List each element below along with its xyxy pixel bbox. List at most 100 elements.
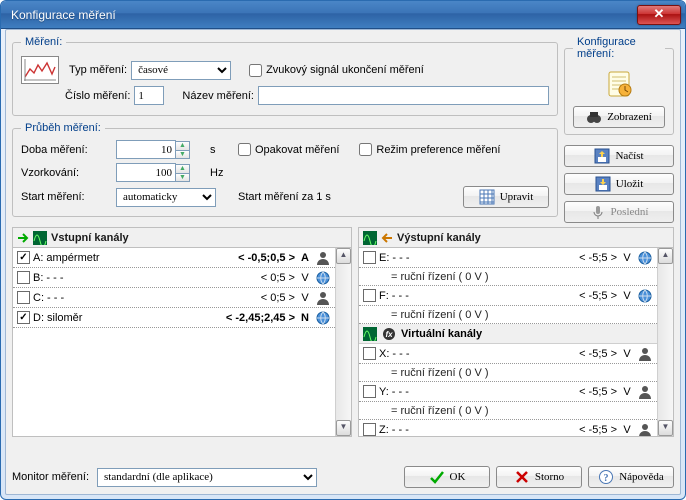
start-select[interactable]: automaticky bbox=[116, 188, 216, 207]
channel-letter: B: bbox=[33, 272, 43, 284]
channel-sub: = ruční řízení ( 0 V ) bbox=[359, 306, 657, 324]
doba-unit: s bbox=[206, 144, 228, 156]
channel-checkbox[interactable] bbox=[17, 251, 30, 264]
rezim-checkbox[interactable]: Režim preference měření bbox=[359, 143, 500, 156]
napoveda-button[interactable]: ? Nápověda bbox=[588, 466, 674, 488]
floppy-open-icon bbox=[594, 148, 610, 164]
channel-row[interactable]: B:- - -< 0;5 >V bbox=[13, 268, 335, 288]
channel-name: - - - bbox=[392, 348, 409, 360]
start-za-text: Start měření za 1 s bbox=[238, 191, 331, 203]
arrow-out-icon bbox=[379, 231, 393, 245]
spin-down-icon[interactable]: ▼ bbox=[175, 173, 190, 182]
channel-unit: V bbox=[620, 252, 634, 264]
vzork-label: Vzorkování: bbox=[21, 167, 116, 179]
chart-thumb-icon bbox=[21, 56, 59, 84]
channel-range: < 0;5 > bbox=[261, 292, 295, 304]
vzork-unit: Hz bbox=[206, 167, 228, 179]
channel-name: - - - bbox=[47, 292, 64, 304]
virtual-header: fxVirtuální kanály bbox=[359, 324, 657, 344]
channel-row[interactable]: F:- - -< -5;5 >V bbox=[359, 286, 657, 306]
channel-letter: X: bbox=[379, 348, 389, 360]
channel-letter: Y: bbox=[379, 386, 389, 398]
posledni-button[interactable]: Poslední bbox=[564, 201, 674, 223]
channel-range: < -5;5 > bbox=[579, 252, 617, 264]
doba-spinner[interactable]: ▲▼ bbox=[116, 140, 206, 159]
channel-name: - - - bbox=[392, 424, 409, 436]
person-icon bbox=[637, 346, 653, 362]
zvuk-checkbox[interactable]: Zvukový signál ukončení měření bbox=[249, 64, 424, 77]
upravit-button[interactable]: Upravit bbox=[463, 186, 549, 208]
channel-checkbox[interactable] bbox=[17, 271, 30, 284]
channel-range: < -5;5 > bbox=[579, 424, 617, 436]
monitor-label: Monitor měření: bbox=[12, 471, 89, 483]
scroll-up-icon[interactable]: ▲ bbox=[658, 248, 673, 264]
monitor-select[interactable]: standardní (dle aplikace) bbox=[97, 468, 317, 487]
vzork-spinner[interactable]: ▲▼ bbox=[116, 163, 206, 182]
nacist-button[interactable]: Načíst bbox=[564, 145, 674, 167]
scrollbar[interactable]: ▲ ▼ bbox=[657, 248, 673, 436]
channel-range: < -0,5;0,5 > bbox=[238, 252, 295, 264]
channel-row[interactable]: C:- - -< 0;5 >V bbox=[13, 288, 335, 308]
vstup-title: Vstupní kanály bbox=[51, 232, 129, 244]
channel-letter: Z: bbox=[379, 424, 389, 436]
svg-text:?: ? bbox=[604, 473, 609, 484]
start-label: Start měření: bbox=[21, 191, 116, 203]
scroll-down-icon[interactable]: ▼ bbox=[336, 420, 351, 436]
channel-range: < -2,45;2,45 > bbox=[226, 312, 295, 324]
channel-checkbox[interactable] bbox=[363, 289, 376, 302]
channel-name: - - - bbox=[392, 290, 409, 302]
channel-row[interactable]: Y:- - -< -5;5 >V bbox=[359, 382, 657, 402]
channel-unit: V bbox=[298, 292, 312, 304]
channel-checkbox[interactable] bbox=[363, 423, 376, 436]
vystup-header: Výstupní kanály bbox=[358, 227, 674, 247]
channel-row[interactable]: X:- - - < -5;5 >V bbox=[359, 344, 657, 364]
cislo-input[interactable] bbox=[134, 86, 164, 105]
channel-unit: V bbox=[620, 424, 634, 436]
opakovat-checkbox[interactable]: Opakovat měření bbox=[238, 143, 339, 156]
wave-icon bbox=[363, 327, 377, 341]
help-icon: ? bbox=[598, 469, 614, 485]
konfig-group: Konfigurace měření: Zobrazení bbox=[564, 36, 674, 135]
channel-checkbox[interactable] bbox=[17, 291, 30, 304]
channel-letter: F: bbox=[379, 290, 389, 302]
spin-up-icon[interactable]: ▲ bbox=[175, 164, 190, 173]
channel-name: - - - bbox=[46, 272, 63, 284]
zobrazeni-button[interactable]: Zobrazení bbox=[573, 106, 665, 128]
channel-letter: A: bbox=[33, 252, 43, 264]
channel-letter: E: bbox=[379, 252, 389, 264]
channel-row[interactable]: Z:- - - < -5;5 >V bbox=[359, 420, 657, 436]
spin-up-icon[interactable]: ▲ bbox=[175, 141, 190, 150]
channel-row[interactable]: E:- - -< -5;5 >V bbox=[359, 248, 657, 268]
channel-unit: V bbox=[620, 348, 634, 360]
scroll-down-icon[interactable]: ▼ bbox=[658, 420, 673, 436]
globe-icon bbox=[637, 250, 653, 266]
close-button[interactable]: ✕ bbox=[637, 5, 681, 25]
scrollbar[interactable]: ▲ ▼ bbox=[335, 248, 351, 436]
channel-range: < 0;5 > bbox=[261, 272, 295, 284]
channel-sub: = ruční řízení ( 0 V ) bbox=[359, 402, 657, 420]
channel-unit: N bbox=[298, 312, 312, 324]
channel-checkbox[interactable] bbox=[17, 311, 30, 324]
channel-range: < -5;5 > bbox=[579, 386, 617, 398]
nazev-input[interactable] bbox=[258, 86, 549, 105]
scroll-up-icon[interactable]: ▲ bbox=[336, 248, 351, 264]
cislo-label: Číslo měření: bbox=[65, 90, 130, 102]
svg-text:fx: fx bbox=[385, 330, 393, 339]
prubeh-legend: Průběh měření: bbox=[21, 122, 105, 134]
konfig-legend: Konfigurace měření: bbox=[573, 36, 665, 60]
storno-button[interactable]: Storno bbox=[496, 466, 582, 488]
spin-down-icon[interactable]: ▼ bbox=[175, 150, 190, 159]
channel-sub: = ruční řízení ( 0 V ) bbox=[359, 364, 657, 382]
grid-icon bbox=[479, 189, 495, 205]
channel-name: ampérmetr bbox=[46, 252, 99, 264]
channel-row[interactable]: A:ampérmetr< -0,5;0,5 >A bbox=[13, 248, 335, 268]
ok-button[interactable]: OK bbox=[404, 466, 490, 488]
channel-checkbox[interactable] bbox=[363, 347, 376, 360]
channel-checkbox[interactable] bbox=[363, 251, 376, 264]
channel-checkbox[interactable] bbox=[363, 385, 376, 398]
mic-icon bbox=[590, 204, 606, 220]
channel-row[interactable]: D:siloměr< -2,45;2,45 >N bbox=[13, 308, 335, 328]
typ-select[interactable]: časové bbox=[131, 61, 231, 80]
channel-range: < -5;5 > bbox=[579, 348, 617, 360]
ulozit-button[interactable]: Uložit bbox=[564, 173, 674, 195]
